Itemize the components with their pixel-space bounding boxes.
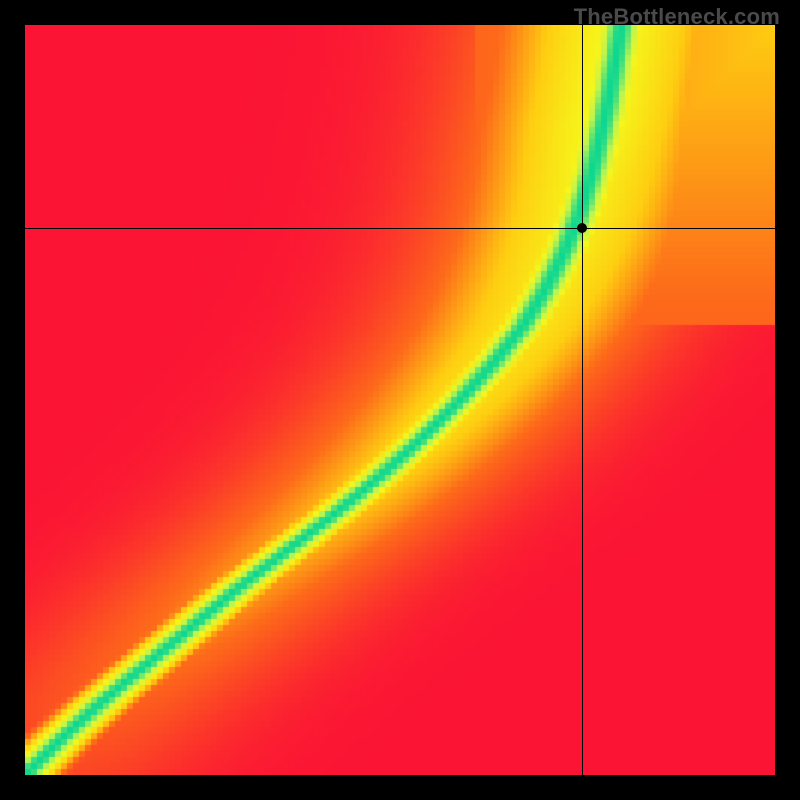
chart-frame: TheBottleneck.com — [0, 0, 800, 800]
data-point-marker — [577, 223, 587, 233]
heatmap-plot — [25, 25, 775, 775]
watermark-text: TheBottleneck.com — [574, 4, 780, 30]
heatmap-canvas — [25, 25, 775, 775]
crosshair-horizontal — [25, 228, 775, 229]
crosshair-vertical — [582, 25, 583, 775]
